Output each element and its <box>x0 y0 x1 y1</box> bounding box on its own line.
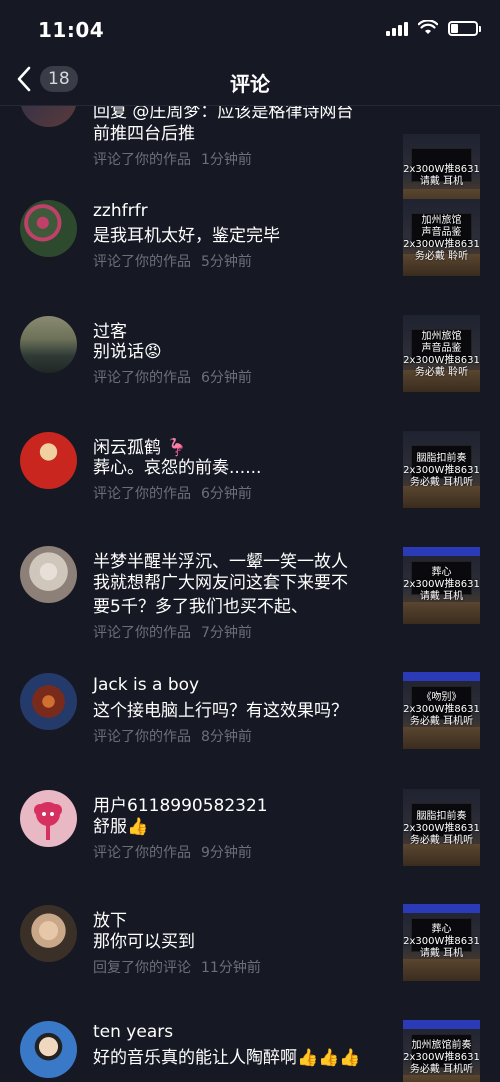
comment-text: 别说话😡 <box>93 342 162 362</box>
list-item[interactable]: 放下 那你可以买到 回复了你的评论 11分钟前 葬心 2x300W推8631 请戴 耳… <box>0 902 500 1012</box>
comment-text: 葬心。哀怨的前奏...... <box>93 458 262 478</box>
avatar[interactable] <box>20 432 77 489</box>
video-thumbnail[interactable]: 葬心 2x300W推8631 请戴 耳机 <box>403 904 480 981</box>
flower-icon <box>34 802 62 840</box>
meta-text: 评论了你的作品 8分钟前 <box>93 729 252 745</box>
username[interactable]: 过客 <box>93 317 127 342</box>
battery-icon <box>448 20 481 36</box>
meta-text: 评论了你的作品 1分钟前 <box>93 152 252 168</box>
list-item[interactable]: 过客 别说话😡 评论了你的作品 6分钟前 加州旅馆 声音品鉴 2x300W推8631 务… <box>0 311 500 421</box>
flamingo-icon: 🦩 <box>166 438 188 458</box>
page-title: 评论 <box>230 72 270 96</box>
comment-text: 前推四台后推 <box>93 124 195 144</box>
angry-face-icon: 😡 <box>144 342 162 362</box>
username[interactable]: zzhfrfr <box>93 201 148 221</box>
meta-text: 回复了你的评论 11分钟前 <box>93 960 261 976</box>
meta-text: 评论了你的作品 7分钟前 <box>93 625 252 641</box>
meta-text: 评论了你的作品 6分钟前 <box>93 370 252 386</box>
avatar[interactable] <box>20 546 77 603</box>
video-thumbnail[interactable]: 胭脂扣前奏 2x300W推8631 务必戴 耳机听 <box>403 789 480 866</box>
video-thumbnail[interactable]: 加州旅馆 声音品鉴 2x300W推8631 务必戴 聆听 <box>403 315 480 392</box>
list-item[interactable]: 半梦半醒半浮沉、一颦一笑一故人 我就想帮广大网友问这套下来要不 要5千？多了我们… <box>0 543 500 653</box>
video-thumbnail[interactable]: 葬心 2x300W推8631 请戴 耳机 <box>403 547 480 624</box>
video-thumbnail[interactable]: 胭脂扣前奏 2x300W推8631 务必戴 耳机听 <box>403 431 480 508</box>
avatar[interactable] <box>20 1021 77 1078</box>
video-thumbnail[interactable]: 加州旅馆 声音品鉴 2x300W推8631 务必戴 聆听 <box>403 199 480 276</box>
list-item[interactable]: Jack is a boy 这个接电脑上行吗？有这效果吗？ 评论了你的作品 8分钟… <box>0 670 500 780</box>
avatar[interactable] <box>20 905 77 962</box>
video-thumbnail[interactable]: 《吻别》 2x300W推8631 务必戴 耳机听 <box>403 672 480 749</box>
list-item[interactable]: 用户6118990582321 舒服👍 评论了你的作品 9分钟前 胭脂扣前奏 2x3… <box>0 785 500 895</box>
avatar[interactable] <box>20 673 77 730</box>
status-bar: 11:04 <box>0 0 500 60</box>
comment-text: 要5千？多了我们也买不起、 <box>93 597 308 617</box>
username[interactable]: ten years <box>93 1022 173 1042</box>
comment-text: 是我耳机太好，鉴定完毕 <box>93 226 280 246</box>
status-time: 11:04 <box>38 18 105 42</box>
meta-text: 评论了你的作品 5分钟前 <box>93 254 252 270</box>
list-item[interactable]: zzhfrfr 是我耳机太好，鉴定完毕 评论了你的作品 5分钟前 加州旅馆 声音品鉴… <box>0 195 500 305</box>
comment-text: 那你可以买到 <box>93 932 195 952</box>
cellular-signal-icon <box>386 20 408 36</box>
username[interactable]: 用户6118990582321 <box>93 791 268 816</box>
video-thumbnail[interactable]: 加州旅馆前奏 2x300W推8631 务必戴 耳机听 <box>403 1020 480 1082</box>
nav-bar: 18 评论 <box>0 60 500 106</box>
comment-text: 舒服👍 <box>93 817 149 837</box>
thumbs-up-icon: 👍👍👍 <box>297 1048 361 1068</box>
avatar[interactable] <box>20 200 77 257</box>
username[interactable]: 闲云孤鹤 🦩 <box>93 433 188 458</box>
meta-text: 评论了你的作品 9分钟前 <box>93 845 252 861</box>
status-icons <box>386 20 481 36</box>
comment-text: 这个接电脑上行吗？有这效果吗？ <box>93 701 348 721</box>
list-item[interactable]: 闲云孤鹤 🦩 葬心。哀怨的前奏...... 评论了你的作品 6分钟前 胭脂扣前奏 2… <box>0 427 500 537</box>
avatar[interactable] <box>20 790 77 847</box>
thumbs-up-icon: 👍 <box>127 817 149 837</box>
wifi-icon <box>418 20 438 34</box>
comment-text: 我就想帮广大网友问这套下来要不 <box>93 573 348 593</box>
username[interactable]: Jack is a boy <box>93 675 199 695</box>
meta-text: 评论了你的作品 6分钟前 <box>93 486 252 502</box>
comment-text: 好的音乐真的能让人陶醉啊👍👍👍 <box>93 1048 361 1068</box>
avatar[interactable] <box>20 316 77 373</box>
username[interactable]: 半梦半醒半浮沉、一颦一笑一故人 <box>93 547 348 572</box>
list-item[interactable]: ten years 好的音乐真的能让人陶醉啊👍👍👍 加州旅馆前奏 2x300W推8… <box>0 1018 500 1082</box>
username[interactable]: 放下 <box>93 906 127 931</box>
